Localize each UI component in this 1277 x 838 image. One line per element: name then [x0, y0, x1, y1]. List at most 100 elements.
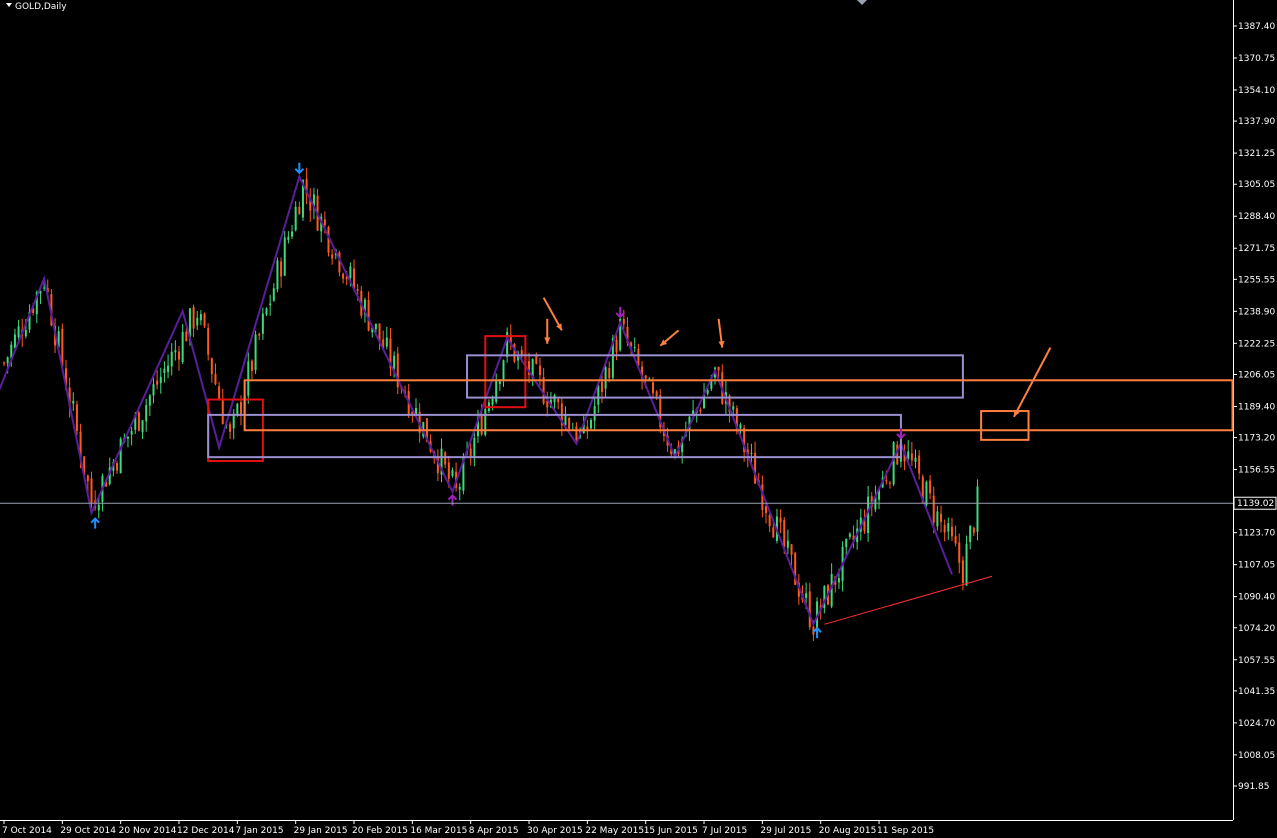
candle-body: [655, 391, 658, 397]
candle-body: [888, 482, 891, 484]
candle-body: [622, 318, 625, 325]
y-tick-label: 1189.40: [1238, 402, 1275, 412]
candle-body: [6, 357, 9, 364]
candle-body: [451, 470, 454, 476]
candle-body: [90, 478, 93, 503]
candle-body: [447, 462, 450, 479]
candle-body: [706, 390, 709, 394]
candle-body: [17, 326, 20, 338]
candle-body: [972, 527, 975, 533]
candle-body: [892, 442, 895, 485]
candle-body: [294, 206, 297, 231]
swing-arrow-up-icon: [447, 494, 458, 506]
x-tick-label: 7 Jul 2015: [702, 826, 747, 836]
candle-body: [469, 448, 472, 457]
y-tick-label: 1173.20: [1238, 434, 1275, 444]
candle-body: [491, 398, 494, 405]
scroll-marker-icon[interactable]: [857, 0, 867, 5]
candle-body: [75, 404, 78, 431]
candle-body: [272, 288, 275, 301]
candle-body: [24, 330, 27, 337]
candle-body: [152, 384, 155, 396]
candle-body: [732, 405, 735, 410]
candle-body: [538, 365, 541, 376]
candle-body: [535, 355, 538, 364]
candle-body: [615, 339, 618, 353]
x-tick-label: 7 Jan 2015: [235, 826, 283, 836]
y-tick-label: 1370.75: [1238, 54, 1275, 64]
candle-body: [148, 395, 151, 406]
candle-body: [969, 525, 972, 543]
y-tick-label: 1238.90: [1238, 307, 1275, 317]
candle-body: [207, 328, 210, 355]
y-tick-label: 1255.55: [1238, 275, 1275, 285]
candle-body: [116, 463, 119, 471]
x-tick-label: 15 Jun 2015: [644, 826, 698, 836]
y-tick-label: 1107.05: [1238, 561, 1275, 571]
orange-zone-box: [980, 410, 1030, 441]
candle-body: [185, 331, 188, 342]
candle-body: [261, 313, 264, 334]
x-tick-label: 11 Sep 2015: [877, 826, 934, 836]
y-tick-label: 1271.75: [1238, 244, 1275, 254]
y-tick-label: 1288.40: [1238, 212, 1275, 222]
candle-body: [790, 544, 793, 555]
candle-body: [950, 526, 953, 537]
candle-body: [86, 475, 89, 482]
price-chart[interactable]: 1387.40 1370.75 1354.10 1337.90 1321.25 1305.…: [0, 0, 1277, 838]
candle-body: [221, 398, 224, 425]
swing-arrow-down-icon: [615, 306, 625, 319]
candle-body: [502, 360, 505, 380]
annotation-arrow: [1013, 347, 1052, 418]
candle-body: [374, 323, 377, 330]
candle-body: [159, 376, 162, 384]
candle-body: [178, 351, 181, 360]
x-tick-label: 22 May 2015: [585, 826, 644, 836]
candle-body: [214, 373, 217, 385]
candle-body: [779, 517, 782, 523]
candle-body: [848, 533, 851, 537]
candle-body: [291, 231, 294, 237]
candle-body: [480, 415, 483, 435]
candle-body: [210, 358, 213, 375]
candle-body: [575, 426, 578, 441]
candle-body: [203, 313, 206, 327]
candle-body: [940, 513, 943, 522]
y-tick-label: 1008.05: [1238, 751, 1275, 761]
candle-body: [141, 420, 144, 433]
candle-body: [181, 331, 184, 363]
y-tick-label: 1074.20: [1238, 624, 1275, 634]
y-tick-label: 1354.10: [1238, 86, 1275, 96]
y-tick-label: 1090.40: [1238, 593, 1275, 603]
candle-body: [163, 368, 166, 374]
candle-body: [170, 351, 173, 367]
candle-body: [717, 366, 720, 371]
y-tick-label: 991.85: [1238, 782, 1270, 792]
candle-body: [750, 453, 753, 455]
candle-body: [254, 334, 257, 371]
candle-body: [553, 395, 556, 403]
candle-body: [119, 438, 122, 474]
candle-body: [925, 481, 928, 506]
swing-arrow-down-icon: [294, 162, 305, 175]
y-tick-label: 1123.70: [1238, 529, 1275, 539]
candle-body: [768, 515, 771, 527]
candle-body: [276, 260, 279, 290]
candle-body: [961, 560, 964, 583]
candle-body: [393, 355, 396, 369]
x-tick-label: 29 Jan 2015: [294, 826, 348, 836]
y-tick-label: 1041.35: [1238, 687, 1275, 697]
x-tick-label: 7 Oct 2014: [2, 826, 52, 836]
y-tick-label: 1305.05: [1238, 180, 1275, 190]
candle-body: [196, 317, 199, 326]
candle-body: [495, 381, 498, 402]
y-tick-label: 1024.70: [1238, 719, 1275, 729]
candle-body: [247, 361, 250, 396]
candle-body: [458, 486, 461, 490]
candle-body: [936, 511, 939, 527]
candle-body: [914, 457, 917, 462]
annotation-arrow-head: [544, 337, 551, 344]
candle-body: [699, 409, 702, 412]
candle-body: [958, 542, 961, 563]
candle-body: [130, 430, 133, 435]
